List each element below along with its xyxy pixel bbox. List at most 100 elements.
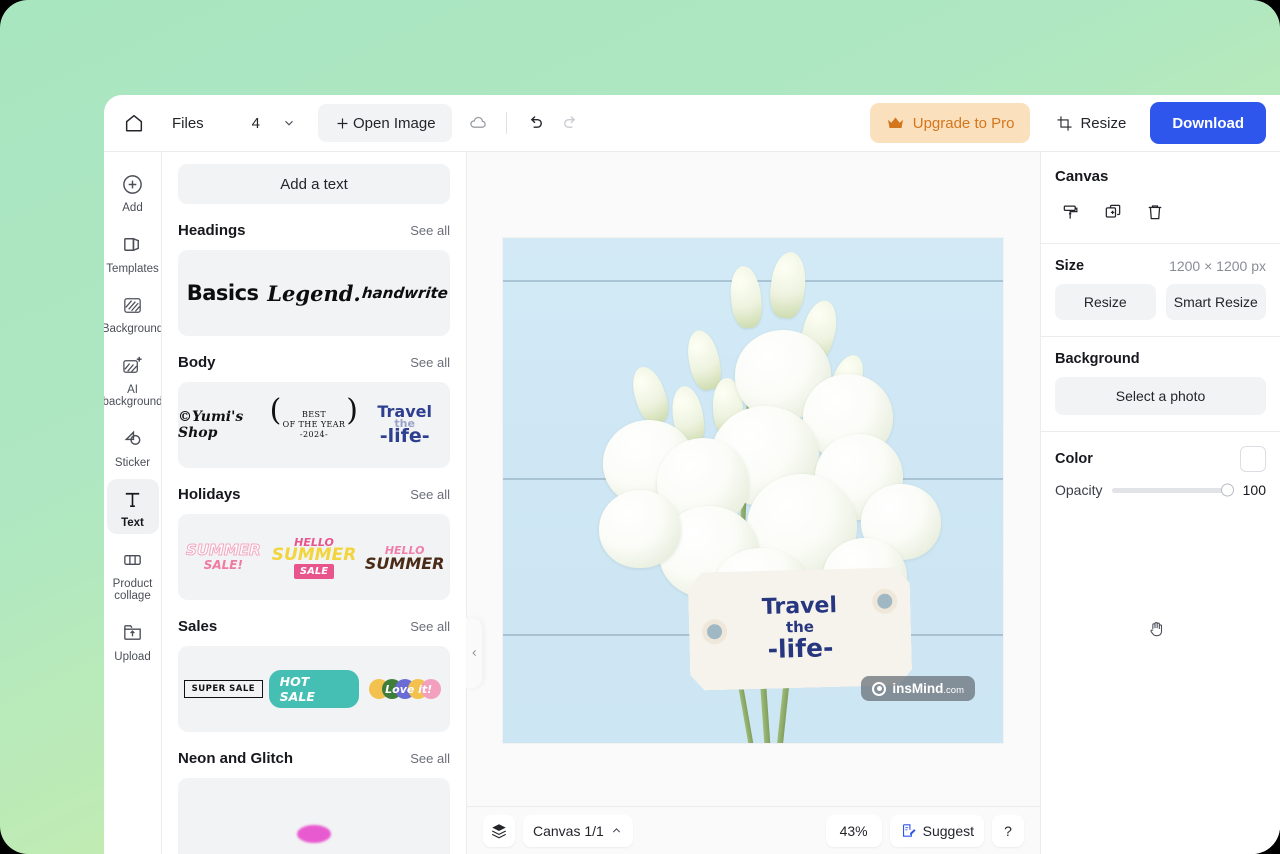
opacity-slider[interactable] <box>1112 483 1234 497</box>
file-dropdown-button[interactable] <box>282 116 296 130</box>
section-header-body: Body See all <box>178 354 450 371</box>
help-button[interactable]: ? <box>992 814 1024 847</box>
sidebar-item-ai-background[interactable]: AI background <box>104 346 161 413</box>
suggest-button[interactable]: Suggest <box>889 814 984 847</box>
see-all-neon-and-glitch[interactable]: See all <box>410 751 450 766</box>
sidebar-label-sticker: Sticker <box>114 456 151 469</box>
tag-text-line-3: -life- <box>767 633 834 665</box>
best-line-1: BEST <box>301 410 327 419</box>
sidebar-label-text: Text <box>121 517 144 529</box>
product-collage-icon <box>121 547 144 573</box>
editor-window: Files 4 Open Image Upgrade to Pro Resize… <box>104 95 1280 854</box>
holidays-tile[interactable]: SUMMER SALE! HELLO SUMMER SALE HELLO SUM… <box>178 514 450 600</box>
duplicate-button[interactable] <box>1097 197 1129 227</box>
file-count[interactable]: 4 <box>252 115 260 132</box>
holiday-sample-hello-summer[interactable]: HELLO SUMMER <box>359 544 450 572</box>
canvas-stage[interactable]: Travel the -life- insMind.com <box>467 152 1040 806</box>
paint-roller-button[interactable] <box>1055 197 1087 227</box>
delete-button[interactable] <box>1139 197 1171 227</box>
chevron-left-icon <box>471 650 476 656</box>
hello-summer-sale: SALE <box>293 563 335 579</box>
sidebar-item-add[interactable]: Add <box>107 164 159 219</box>
headings-tile[interactable]: Basics Legend. handwrite <box>178 250 450 336</box>
artboard[interactable]: Travel the -life- insMind.com <box>503 238 1003 743</box>
cloud-sync-button[interactable] <box>460 105 496 141</box>
undo-icon <box>530 116 542 128</box>
zoom-level-button[interactable]: 43% <box>825 814 882 847</box>
sticker-icon <box>121 426 144 452</box>
see-all-sales[interactable]: See all <box>410 619 450 634</box>
sidebar-label-add: Add <box>122 202 143 214</box>
add-a-text-button[interactable]: Add a text <box>178 164 450 204</box>
heading-sample-handwrite[interactable]: handwrite <box>361 284 450 302</box>
sales-sample-hot-sale[interactable]: HOT SALE <box>268 670 360 708</box>
body-sample-travel-block: Travel the -life- <box>377 404 432 446</box>
duplicate-icon <box>1105 204 1121 218</box>
panel-divider <box>1041 243 1280 244</box>
body-tile[interactable]: ©Yumi's Shop BEST OF THE YEAR -2024- Tra… <box>178 382 450 468</box>
home-button[interactable] <box>114 103 154 143</box>
sidebar-item-product-collage[interactable]: Product collage <box>107 540 159 607</box>
section-title-sales: Sales <box>178 618 218 635</box>
crown-icon <box>887 117 903 128</box>
insmind-watermark: insMind.com <box>861 676 975 701</box>
sidebar-item-templates[interactable]: Templates <box>106 225 159 280</box>
watermark-tld: .com <box>943 685 964 696</box>
sidebar-item-upload[interactable]: Upload <box>107 613 159 668</box>
canvas-resize-button[interactable]: Resize <box>1055 284 1156 320</box>
hand-grab-icon <box>1150 622 1163 637</box>
layers-button[interactable] <box>483 814 515 847</box>
sales-tile[interactable]: SUPER SALE HOT SALE Love it! <box>178 646 450 732</box>
undo-button[interactable] <box>517 105 553 141</box>
help-label: ? <box>1004 822 1012 839</box>
size-row: Size 1200 × 1200 px <box>1055 258 1266 274</box>
panel-collapse-handle[interactable] <box>466 618 482 688</box>
hot-sale-label: HOT SALE <box>268 670 360 708</box>
chevron-up-icon <box>612 828 620 833</box>
body-sample-yumi[interactable]: ©Yumi's Shop <box>178 409 269 441</box>
text-panel: Add a text Headings See all Basics Legen… <box>162 152 467 854</box>
download-button[interactable]: Download <box>1150 102 1266 144</box>
size-value: 1200 × 1200 px <box>1169 258 1266 274</box>
section-title-holidays: Holidays <box>178 486 241 503</box>
best-line-3: -2024- <box>299 430 329 439</box>
watermark-name: insMind <box>892 681 944 696</box>
see-all-holidays[interactable]: See all <box>410 487 450 502</box>
sidebar-label-background: Background <box>104 323 162 335</box>
files-menu[interactable]: Files <box>172 115 204 132</box>
canvas-pages-button[interactable]: Canvas 1/1 <box>523 814 633 847</box>
canvas-pages-label: Canvas 1/1 <box>533 822 604 839</box>
resize-button[interactable]: Resize <box>1042 103 1141 143</box>
see-all-headings[interactable]: See all <box>410 223 450 238</box>
sales-sample-super-sale[interactable]: SUPER SALE <box>178 680 269 698</box>
section-header-headings: Headings See all <box>178 222 450 239</box>
redo-button[interactable] <box>553 105 589 141</box>
body-sample-best-block: BEST OF THE YEAR -2024- <box>270 406 359 440</box>
heading-sample-basics[interactable]: Basics <box>178 281 267 305</box>
see-all-body[interactable]: See all <box>410 355 450 370</box>
upgrade-to-pro-label: Upgrade to Pro <box>912 114 1015 132</box>
sales-sample-love-it[interactable]: Love it! <box>359 679 450 699</box>
top-toolbar: Files 4 Open Image Upgrade to Pro Resize… <box>104 95 1280 152</box>
sidebar-item-background[interactable]: Background <box>104 285 162 340</box>
select-a-photo-button[interactable]: Select a photo <box>1055 377 1266 415</box>
panel-divider <box>1041 431 1280 432</box>
smart-resize-button[interactable]: Smart Resize <box>1165 284 1266 320</box>
sidebar-item-text[interactable]: Text <box>106 479 159 534</box>
open-image-button[interactable]: Open Image <box>318 104 452 142</box>
zoom-level-label: 43% <box>839 822 868 839</box>
holiday-sample-summer-sale[interactable]: SUMMER SALE! <box>178 542 269 572</box>
trash-icon <box>1148 205 1162 220</box>
neon-glitch-tile[interactable] <box>178 778 450 854</box>
body-sample-best-of-the-year[interactable]: BEST OF THE YEAR -2024- <box>269 406 360 440</box>
sidebar-item-sticker[interactable]: Sticker <box>107 419 159 474</box>
color-swatch[interactable] <box>1240 446 1266 472</box>
opacity-slider-knob[interactable] <box>1220 483 1234 497</box>
neon-sample-1[interactable] <box>178 799 450 843</box>
body-sample-travel-the-life[interactable]: Travel the -life- <box>359 404 450 446</box>
heading-sample-legend[interactable]: Legend. <box>267 281 360 306</box>
holiday-sample-hello-summer-sale[interactable]: HELLO SUMMER SALE <box>269 536 360 579</box>
love-it-block: Love it! <box>368 679 441 699</box>
resize-label: Resize <box>1080 114 1127 132</box>
upgrade-to-pro-button[interactable]: Upgrade to Pro <box>869 103 1031 143</box>
